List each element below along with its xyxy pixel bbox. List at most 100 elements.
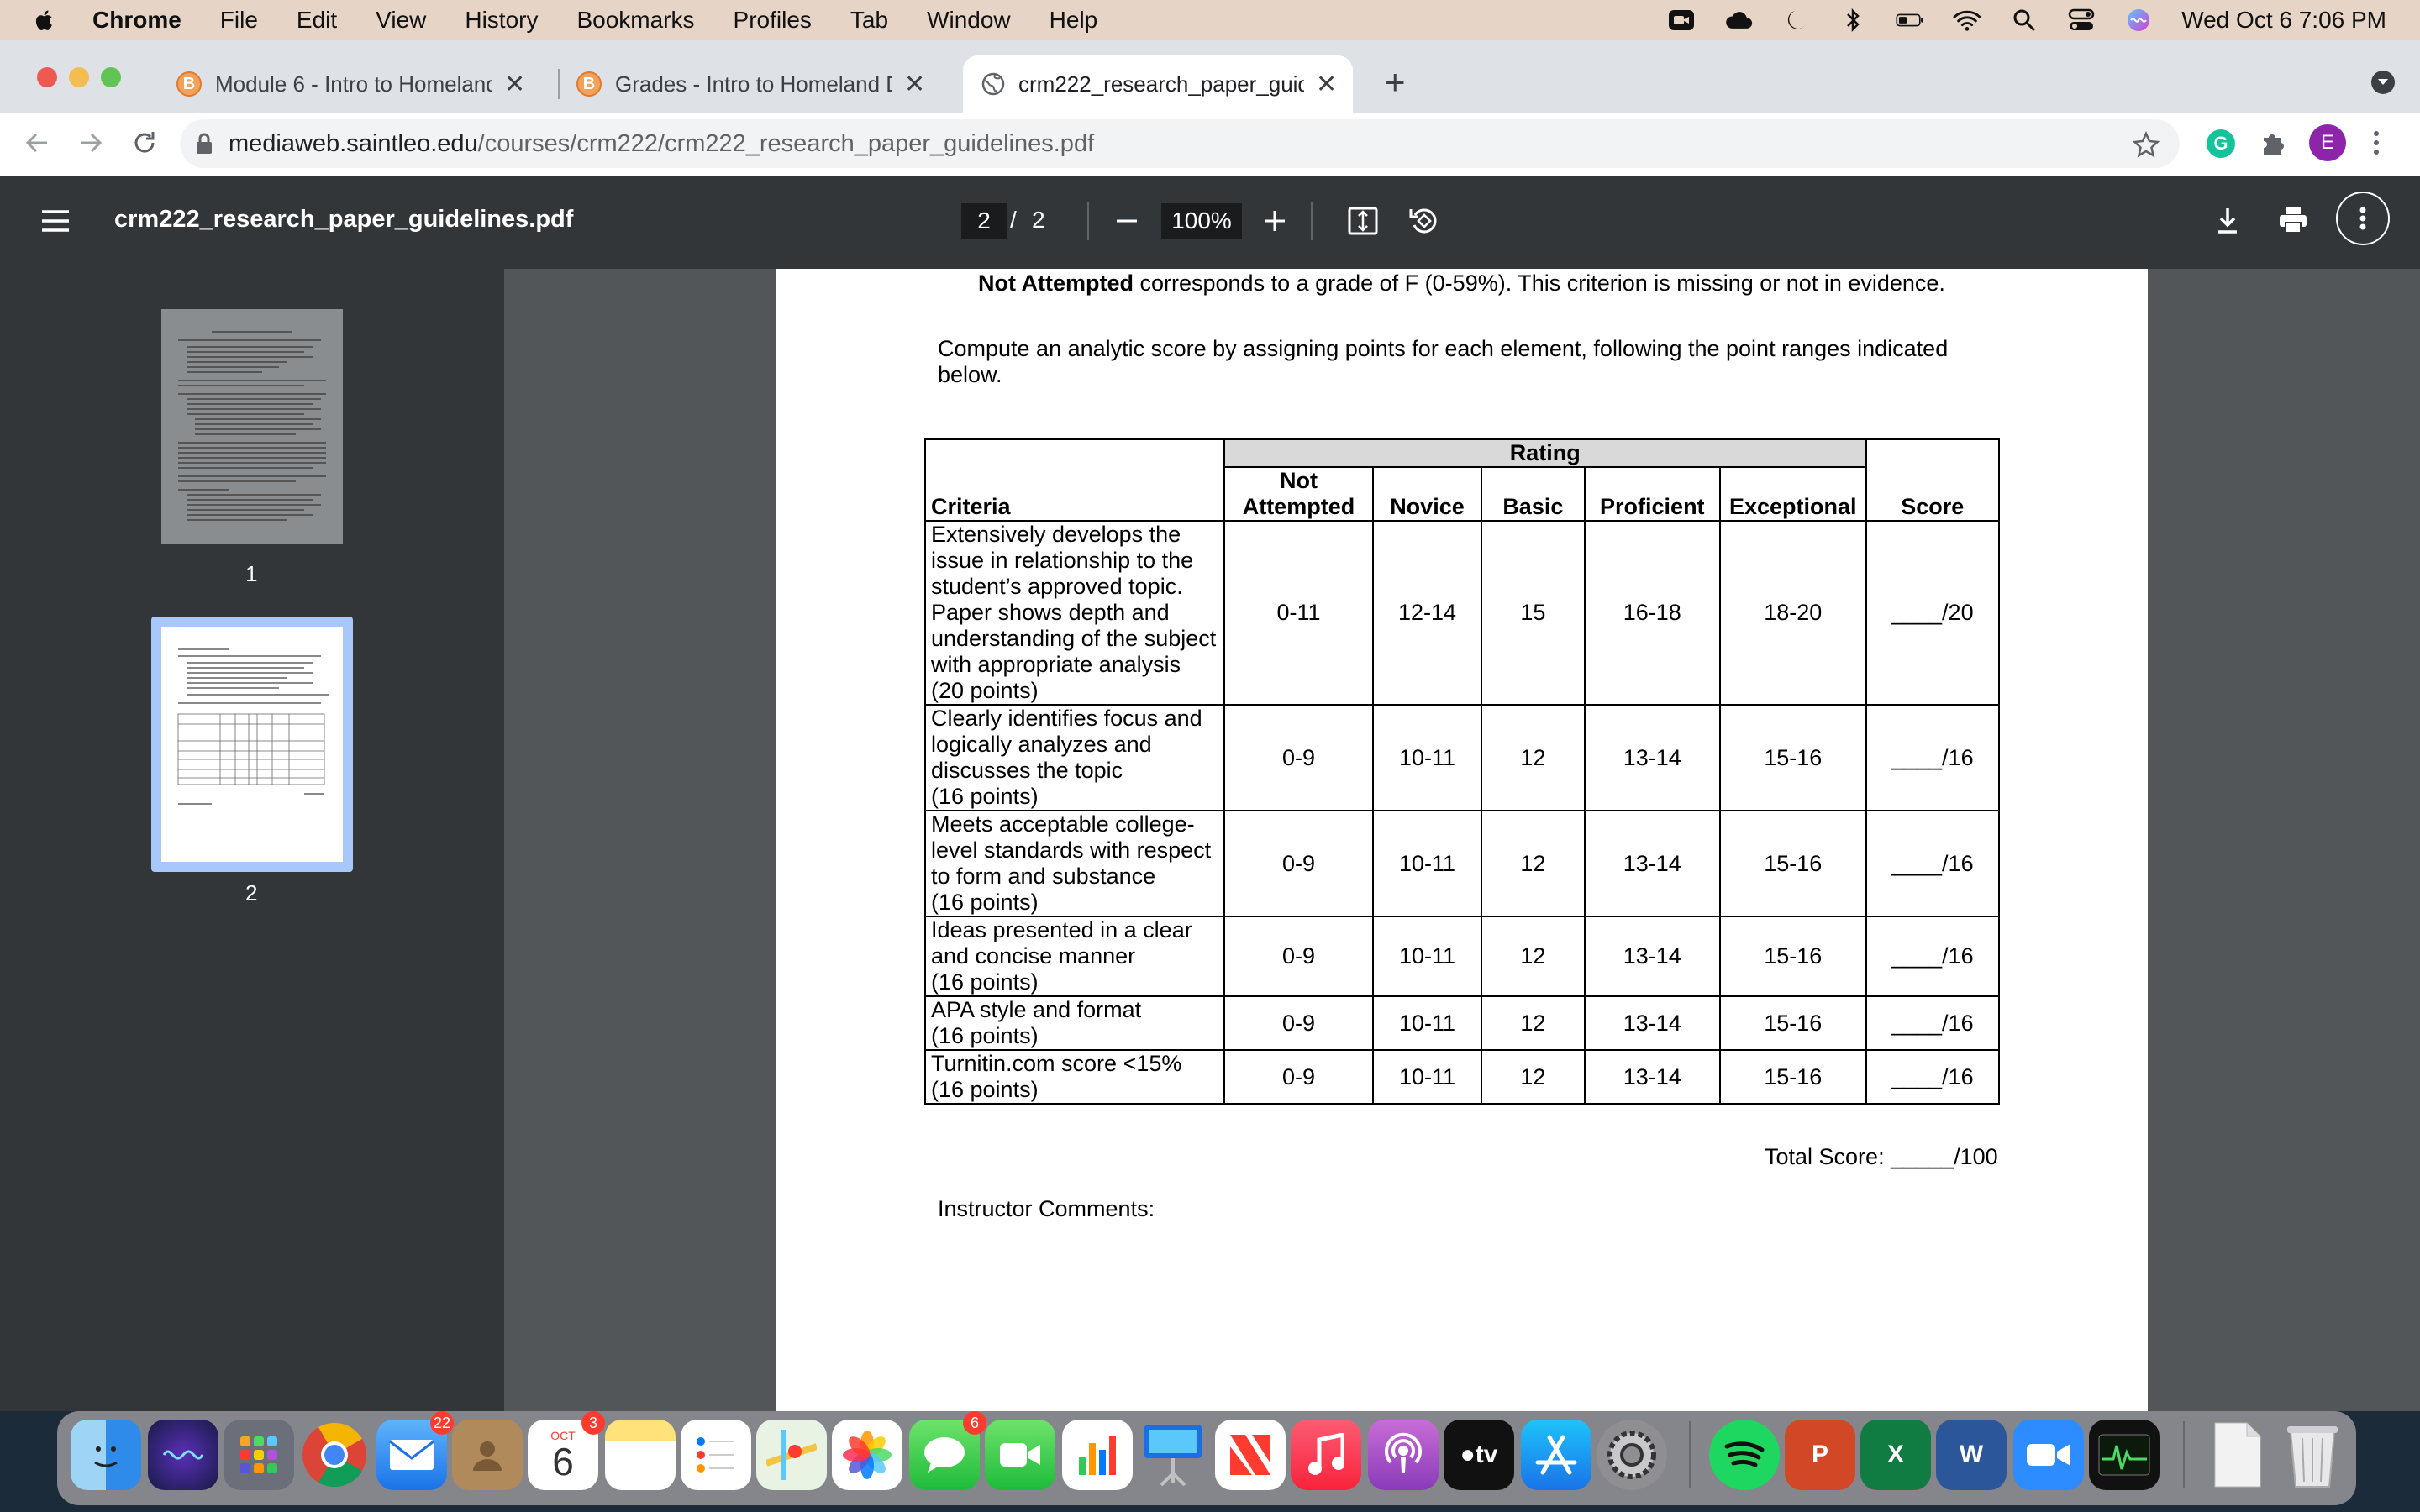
photos-icon[interactable] (832, 1420, 902, 1490)
exceptional-range: 18-20 (1718, 520, 1867, 706)
menu-edit[interactable]: Edit (297, 7, 337, 34)
reload-button[interactable] (129, 128, 160, 162)
new-tab-button[interactable]: + (1385, 62, 1406, 102)
basic-header: Basic (1481, 466, 1586, 522)
criteria-points: (16 points) (931, 1023, 1039, 1048)
extensions-puzzle-icon[interactable] (2259, 128, 2289, 162)
menu-app-name[interactable]: Chrome (92, 7, 182, 34)
contacts-icon[interactable] (452, 1420, 523, 1490)
forward-button[interactable] (76, 128, 106, 162)
keynote-icon[interactable] (1138, 1420, 1208, 1490)
menu-tab[interactable]: Tab (850, 7, 888, 34)
menu-view[interactable]: View (376, 7, 426, 34)
page-1-preview (178, 331, 326, 521)
print-button[interactable] (2277, 205, 2309, 239)
table-row: APA style and format (16 points) 0-9 10-1… (924, 995, 2001, 1051)
apple-tv-icon[interactable]: ● tv (1444, 1420, 1514, 1490)
zoom-in-button[interactable] (1262, 208, 1287, 238)
clock[interactable]: Wed Oct 6 7:06 PM (2181, 7, 2386, 34)
more-actions-button[interactable] (2336, 192, 2390, 245)
bluetooth-icon[interactable] (1839, 8, 1867, 33)
zoom-level-input[interactable]: 100% (1161, 203, 1242, 239)
system-preferences-icon[interactable] (1597, 1420, 1667, 1490)
excel-icon[interactable]: X (1860, 1420, 1931, 1490)
grammarly-extension-icon[interactable]: G (2207, 129, 2235, 158)
zoom-out-button[interactable] (1114, 208, 1139, 238)
maps-icon[interactable] (756, 1420, 827, 1490)
fit-to-page-button[interactable] (1348, 207, 1378, 239)
launchpad-icon[interactable] (224, 1420, 294, 1490)
tab-research-guidelines[interactable]: crm222_research_paper_guide ✕ (963, 55, 1353, 113)
tab-search-button[interactable] (2371, 71, 2395, 94)
numbers-icon[interactable] (1062, 1420, 1133, 1490)
close-window-button[interactable] (37, 67, 57, 87)
page-separator: / (1010, 207, 1017, 233)
profile-avatar[interactable]: E (2309, 124, 2346, 161)
reminders-icon[interactable] (681, 1420, 751, 1490)
cloud-icon[interactable] (1724, 8, 1753, 33)
novice-header: Novice (1371, 466, 1483, 522)
tab-title: Grades - Intro to Homeland De (615, 71, 892, 97)
address-bar[interactable]: mediaweb.saintleo.edu/courses/crm222/crm… (180, 119, 2180, 168)
word-glyph: W (1959, 1441, 1984, 1468)
basic-range: 12 (1481, 995, 1586, 1051)
chrome-menu-icon[interactable] (2371, 128, 2381, 162)
activity-monitor-icon[interactable] (2089, 1420, 2160, 1490)
messages-icon[interactable]: 6 (909, 1411, 986, 1490)
total-score: Total Score: _____/100 (1765, 1144, 1998, 1169)
rotate-button[interactable] (1408, 205, 1440, 241)
podcasts-icon[interactable] (1368, 1420, 1439, 1490)
facetime-icon[interactable] (985, 1420, 1055, 1490)
spotify-icon[interactable] (1709, 1420, 1780, 1490)
control-center-icon[interactable] (2067, 8, 2096, 33)
battery-icon[interactable] (1896, 8, 1924, 33)
apple-icon[interactable] (34, 8, 55, 33)
page-thumbnail-1[interactable] (161, 309, 343, 544)
news-icon[interactable] (1215, 1420, 1286, 1490)
not-attempted-range: 0-9 (1223, 704, 1374, 811)
tab-module-6[interactable]: B Module 6 - Intro to Homeland D ✕ (176, 55, 546, 113)
hamburger-menu-icon[interactable] (40, 208, 71, 238)
menu-bookmarks[interactable]: Bookmarks (576, 7, 694, 34)
menu-window[interactable]: Window (927, 7, 1011, 34)
wifi-icon[interactable] (1953, 8, 1981, 33)
close-tab-icon[interactable]: ✕ (904, 70, 925, 99)
zoom-window-button[interactable] (101, 67, 121, 87)
powerpoint-icon[interactable]: P (1785, 1420, 1855, 1490)
not-attempted-range: 0-9 (1223, 1049, 1374, 1105)
music-icon[interactable] (1291, 1420, 1361, 1490)
minimize-window-button[interactable] (69, 67, 89, 87)
siri-dock-icon[interactable] (148, 1420, 218, 1490)
close-tab-icon[interactable]: ✕ (504, 70, 525, 99)
menu-help[interactable]: Help (1050, 7, 1098, 34)
lock-icon[interactable] (195, 132, 213, 155)
chrome-icon[interactable] (299, 1420, 370, 1490)
menu-history[interactable]: History (465, 7, 538, 34)
download-button[interactable] (2213, 205, 2242, 239)
menu-file[interactable]: File (220, 7, 258, 34)
minus-icon (1117, 219, 1137, 223)
trash-icon[interactable] (2277, 1420, 2348, 1490)
page-number-input[interactable]: 2 (961, 203, 1007, 239)
finder-icon[interactable] (71, 1420, 141, 1490)
mail-icon[interactable]: 22 (376, 1411, 454, 1490)
app-store-icon[interactable] (1521, 1420, 1591, 1490)
back-button[interactable] (22, 128, 52, 162)
camera-status-icon[interactable] (1667, 8, 1696, 33)
close-tab-icon[interactable]: ✕ (1316, 70, 1337, 99)
page-thumbnail-2-selected[interactable] (151, 617, 353, 872)
tv-icon-glyph: ● (1460, 1441, 1476, 1468)
spotlight-search-icon[interactable] (2010, 8, 2039, 33)
menu-profiles[interactable]: Profiles (734, 7, 812, 34)
moon-icon[interactable] (1781, 8, 1810, 33)
document-icon[interactable] (2202, 1420, 2272, 1490)
siri-icon[interactable] (2124, 8, 2153, 33)
word-icon[interactable]: W (1936, 1420, 2007, 1490)
notes-icon[interactable] (605, 1420, 676, 1490)
plus-icon (1265, 211, 1285, 231)
score-blank: ____/16 (1865, 810, 2001, 917)
bookmark-star-icon[interactable] (2132, 130, 2160, 165)
zoom-icon[interactable] (2013, 1420, 2084, 1490)
tab-grades[interactable]: B Grades - Intro to Homeland De ✕ (576, 55, 946, 113)
calendar-icon[interactable]: OCT 6 3 (528, 1411, 605, 1490)
